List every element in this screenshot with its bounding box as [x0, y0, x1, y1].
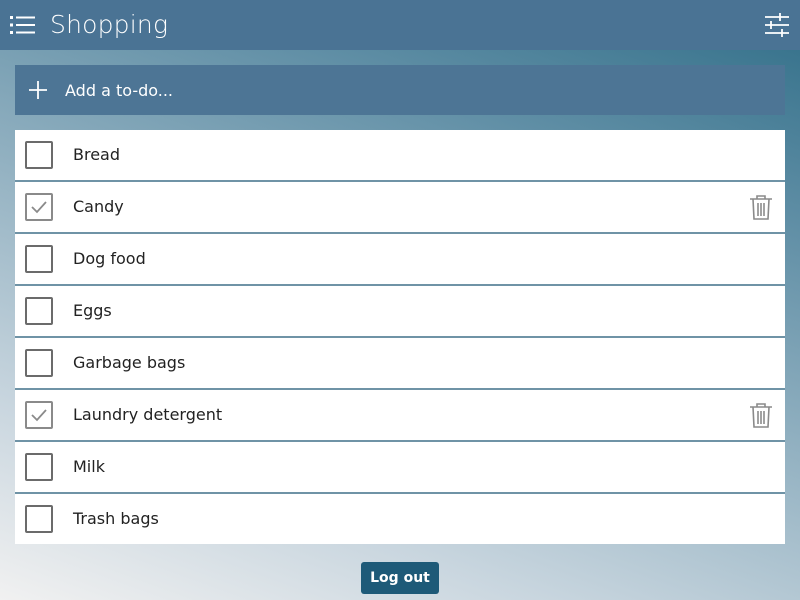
- logout-button[interactable]: Log out: [361, 562, 439, 594]
- todo-item: Trash bags: [15, 494, 785, 544]
- todo-label[interactable]: Laundry detergent: [73, 390, 222, 440]
- plus-icon[interactable]: [27, 79, 49, 101]
- add-todo-input[interactable]: [65, 65, 765, 115]
- todo-item: Milk: [15, 442, 785, 494]
- todo-checkbox[interactable]: [25, 193, 53, 221]
- todo-item: Laundry detergent: [15, 390, 785, 442]
- todo-label[interactable]: Eggs: [73, 286, 112, 336]
- todo-item: Dog food: [15, 234, 785, 286]
- todo-checkbox[interactable]: [25, 141, 53, 169]
- todo-label[interactable]: Trash bags: [73, 494, 159, 544]
- todo-item: Eggs: [15, 286, 785, 338]
- list-menu-icon[interactable]: [10, 14, 36, 36]
- todo-checkbox[interactable]: [25, 349, 53, 377]
- todo-list: Bread Candy Dog food Eggs Garbage bags L…: [15, 130, 785, 544]
- todo-checkbox[interactable]: [25, 401, 53, 429]
- trash-icon[interactable]: [749, 194, 773, 220]
- todo-item: Bread: [15, 130, 785, 182]
- todo-label[interactable]: Milk: [73, 442, 105, 492]
- todo-checkbox[interactable]: [25, 245, 53, 273]
- checkmark-icon: [31, 201, 47, 214]
- add-todo-bar[interactable]: [15, 65, 785, 115]
- page-title: Shopping: [50, 10, 169, 39]
- checkmark-icon: [31, 409, 47, 422]
- todo-item: Candy: [15, 182, 785, 234]
- todo-checkbox[interactable]: [25, 297, 53, 325]
- sliders-settings-icon[interactable]: [764, 12, 790, 38]
- todo-item: Garbage bags: [15, 338, 785, 390]
- trash-icon[interactable]: [749, 402, 773, 428]
- todo-label[interactable]: Dog food: [73, 234, 146, 284]
- todo-checkbox[interactable]: [25, 505, 53, 533]
- app-header: Shopping: [0, 0, 800, 50]
- todo-label[interactable]: Garbage bags: [73, 338, 185, 388]
- todo-label[interactable]: Candy: [73, 182, 124, 232]
- todo-label[interactable]: Bread: [73, 130, 120, 180]
- todo-checkbox[interactable]: [25, 453, 53, 481]
